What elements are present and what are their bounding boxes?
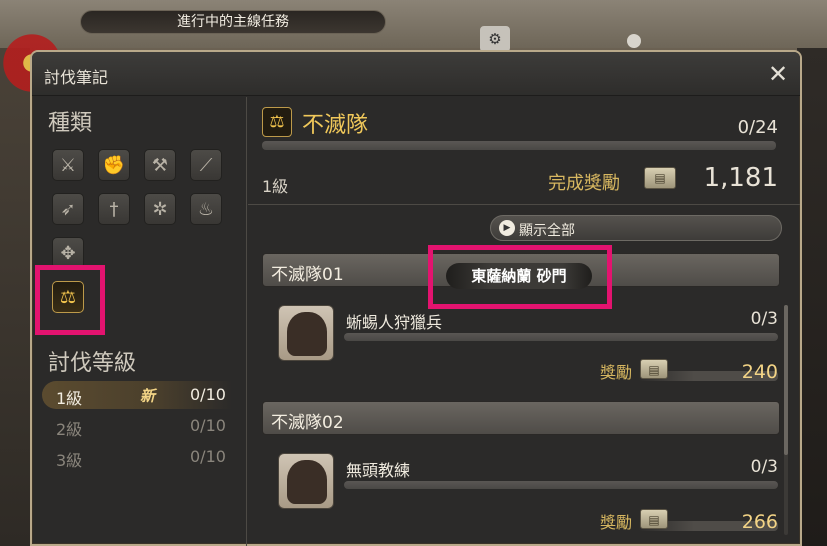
crossed-swords-icon[interactable]: ⚔: [52, 149, 84, 181]
level-progress: 0/10: [190, 416, 226, 435]
log-detail-pane: ⚖ 不滅隊 0/24 1級 完成獎勵 ▤ 1,181 ▶ 顯示全部 不滅隊01 …: [248, 97, 800, 546]
level-label: 2級: [56, 420, 83, 439]
mob-reward-value: 266: [741, 511, 778, 533]
fist-icon[interactable]: ✊: [98, 149, 130, 181]
mob-reward-value: 240: [741, 361, 778, 383]
bow-icon[interactable]: ➶: [52, 193, 84, 225]
mob-portrait-icon[interactable]: [278, 305, 334, 361]
hunting-log-window: 討伐筆記 ✕ 種類 ⚔ ✊ ⚒ ⟋ ➶ † ✲ ♨ ✥ ⚖ 討伐等級 1級 新 …: [30, 50, 802, 546]
level-row-1[interactable]: 1級 新 0/10: [42, 381, 232, 409]
mob-count: 0/3: [750, 309, 778, 329]
play-arrow-icon: ▶: [499, 220, 515, 236]
category-title: 種類: [48, 111, 93, 136]
highlight-box-tooltip: [428, 245, 612, 309]
group-header-2[interactable]: 不滅隊02: [262, 401, 780, 435]
completion-reward-value: 1,181: [703, 163, 778, 193]
hud-gear-icon[interactable]: ⚙: [480, 26, 510, 52]
company-seal-icon: ▤: [640, 359, 668, 379]
show-all-button[interactable]: ▶ 顯示全部: [490, 215, 782, 241]
mob-reward-label: 獎勵: [600, 513, 633, 532]
log-progress-bar: [262, 141, 776, 150]
completion-reward-label: 完成獎勵: [548, 173, 620, 194]
mob-reward-label: 獎勵: [600, 363, 633, 382]
scrollbar-thumb[interactable]: [784, 305, 788, 455]
coral-icon[interactable]: ✲: [144, 193, 176, 225]
group-label: 不滅隊02: [271, 413, 344, 433]
lance-icon[interactable]: ⟋: [190, 149, 222, 181]
group-label: 不滅隊01: [271, 265, 344, 285]
level-label: 1級: [56, 389, 83, 408]
mob-name: 無頭教練: [346, 461, 411, 480]
window-title: 討伐筆記: [44, 68, 109, 87]
mob-portrait-icon[interactable]: [278, 453, 334, 509]
fire-bowl-icon[interactable]: ♨: [190, 193, 222, 225]
show-all-label: 顯示全部: [519, 223, 575, 239]
level-progress: 0/10: [190, 385, 226, 404]
category-pane: 種類 ⚔ ✊ ⚒ ⟋ ➶ † ✲ ♨ ✥ ⚖ 討伐等級 1級 新 0/10 2級…: [32, 97, 247, 546]
highlight-box-category: [35, 265, 105, 335]
scales-icon: ⚖: [262, 107, 292, 137]
new-badge: 新: [140, 387, 156, 405]
axes-icon[interactable]: ⚒: [144, 149, 176, 181]
close-icon[interactable]: ✕: [764, 60, 792, 88]
hud-orb-icon[interactable]: [627, 34, 641, 48]
mob-count: 0/3: [750, 457, 778, 477]
mob-name: 蜥蜴人狩獵兵: [346, 313, 443, 332]
company-seal-icon: ▤: [644, 167, 676, 189]
level-label: 3級: [56, 451, 83, 470]
mob-progress-bar: [344, 481, 778, 489]
daggers-icon[interactable]: †: [98, 193, 130, 225]
scrollbar[interactable]: [784, 305, 788, 535]
company-seal-icon: ▤: [640, 509, 668, 529]
mob-progress-bar: [344, 333, 778, 341]
level-progress: 0/10: [190, 447, 226, 466]
level-title: 討伐等級: [48, 351, 137, 376]
log-name: 不滅隊: [302, 113, 369, 138]
main-quest-bar[interactable]: 進行中的主線任務: [80, 10, 386, 34]
level-row-3[interactable]: 3級 0/10: [42, 443, 232, 471]
game-scene-left: [0, 48, 30, 546]
level-row-2[interactable]: 2級 0/10: [42, 412, 232, 440]
log-level: 1級: [262, 177, 289, 196]
log-count: 0/24: [737, 117, 778, 138]
log-summary: ⚖ 不滅隊 0/24 1級 完成獎勵 ▤ 1,181: [248, 97, 800, 205]
window-title-bar[interactable]: 討伐筆記 ✕: [32, 52, 800, 96]
